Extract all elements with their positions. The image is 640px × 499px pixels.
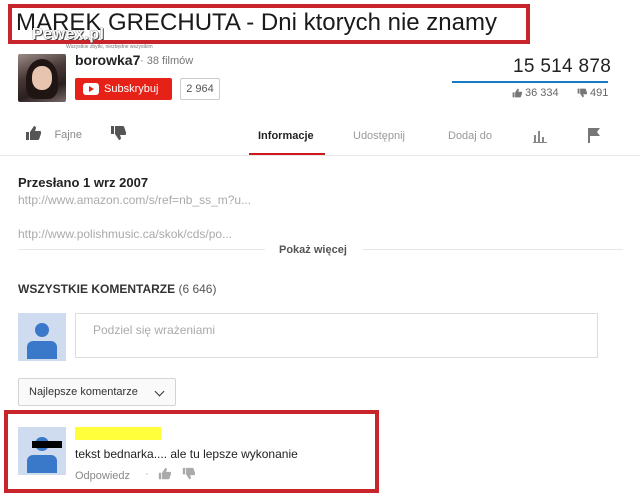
- separator-dot: ·: [145, 468, 149, 480]
- video-count: · 38 filmów: [140, 55, 194, 67]
- show-more-divider-right: [363, 249, 623, 250]
- commenter-name-redacted: [75, 427, 161, 440]
- tab-divider: [0, 155, 640, 156]
- comment-text: tekst bednarka.... ale tu lepsze wykonan…: [75, 447, 298, 461]
- comment-dislike-button[interactable]: [182, 467, 196, 485]
- comment-like-button[interactable]: [158, 467, 172, 485]
- thumbs-up-icon: [158, 467, 172, 480]
- watermark-subtitle: Wszystkie zbytki, niezbędne wszystkim: [66, 44, 153, 50]
- description-link-amazon[interactable]: http://www.amazon.com/s/ref=nb_ss_m?u...: [18, 193, 251, 207]
- censor-bar: [32, 441, 62, 448]
- sort-label: Najlepsze komentarze: [29, 386, 138, 398]
- chevron-down-icon: [154, 386, 165, 397]
- like-button[interactable]: Fajne: [25, 125, 82, 143]
- thumbs-up-icon: [26, 126, 42, 140]
- thumbs-down-icon: [111, 126, 127, 140]
- tab-informacje[interactable]: Informacje: [258, 130, 314, 142]
- description-link-polishmusic[interactable]: http://www.polishmusic.ca/skok/cds/po...: [18, 227, 232, 241]
- bar-chart-icon: [533, 131, 547, 143]
- comment-input[interactable]: Podziel się wrażeniami: [75, 313, 598, 358]
- commenter-avatar[interactable]: [18, 427, 66, 475]
- current-user-avatar: [18, 313, 66, 361]
- show-more-button[interactable]: Pokaż więcej: [279, 244, 347, 256]
- report-button[interactable]: [587, 127, 601, 148]
- thumbs-down-icon: [577, 88, 587, 98]
- avatar-body: [27, 455, 57, 473]
- sort-comments-dropdown[interactable]: Najlepsze komentarze: [18, 378, 176, 406]
- tab-dodaj-do[interactable]: Dodaj do: [448, 130, 492, 142]
- subscribe-label: Subskrybuj: [104, 83, 159, 95]
- comments-heading-label: WSZYSTKIE KOMENTARZE: [18, 282, 176, 296]
- like-ratio-bar: [452, 81, 608, 83]
- channel-avatar[interactable]: [18, 54, 66, 102]
- show-more-divider-left: [18, 249, 265, 250]
- subscribe-button[interactable]: Subskrybuj: [75, 78, 172, 100]
- flag-icon: [588, 128, 600, 143]
- youtube-logo-icon: [83, 83, 99, 95]
- avatar-body: [27, 341, 57, 359]
- channel-name[interactable]: borowka7: [75, 52, 140, 68]
- like-count: 36 334: [512, 87, 559, 99]
- like-label: Fajne: [54, 129, 82, 141]
- tab-udostepnij[interactable]: Udostępnij: [353, 130, 405, 142]
- comments-count: (6 646): [178, 282, 217, 296]
- reply-button[interactable]: Odpowiedz: [75, 470, 130, 482]
- comments-heading: WSZYSTKIE KOMENTARZE (6 646): [18, 282, 216, 296]
- avatar-head: [35, 323, 49, 337]
- view-count: 15 514 878: [513, 56, 612, 77]
- subscriber-count: 2 964: [180, 78, 220, 100]
- thumbs-down-icon: [182, 467, 196, 480]
- watermark: Pewex.pl: [32, 26, 105, 43]
- dislike-button[interactable]: [110, 125, 127, 146]
- dislike-count: 491: [577, 87, 608, 99]
- upload-date: Przesłano 1 wrz 2007: [18, 175, 149, 190]
- thumbs-up-icon: [512, 88, 522, 98]
- stats-button[interactable]: [533, 129, 547, 148]
